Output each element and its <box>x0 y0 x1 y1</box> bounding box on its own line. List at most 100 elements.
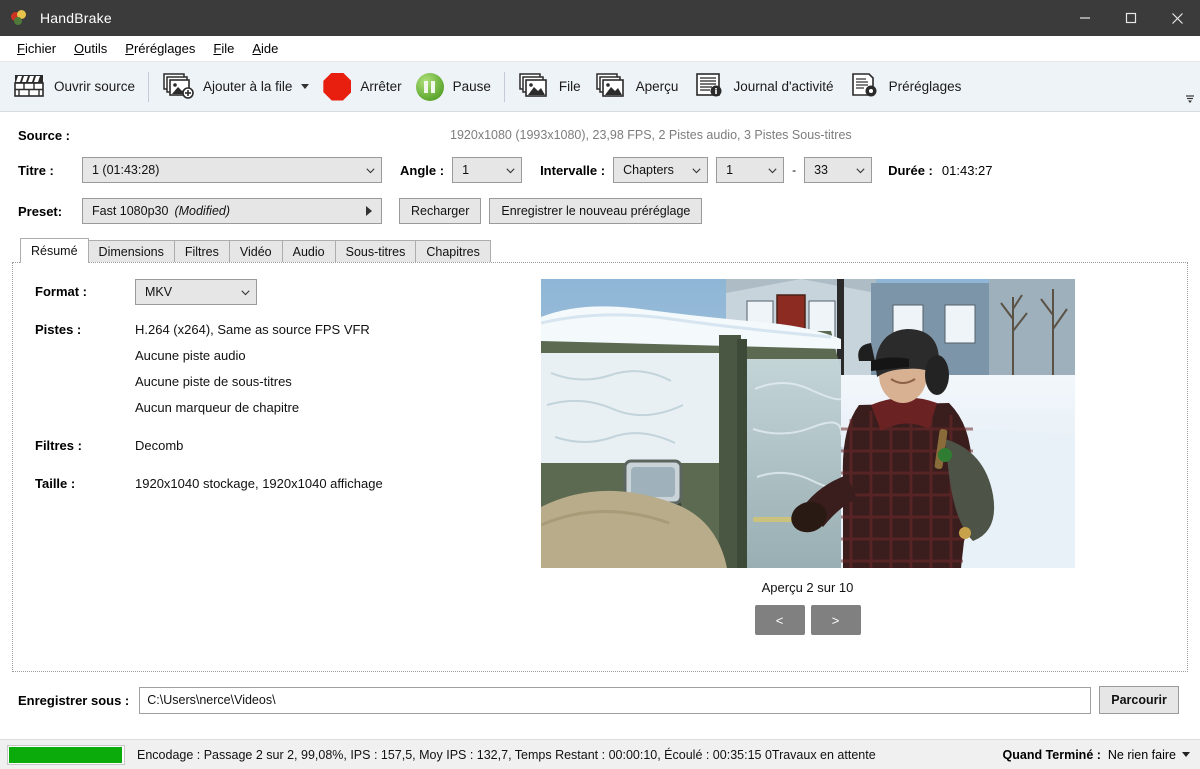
title-select[interactable]: 1 (01:43:28) <box>82 157 382 183</box>
status-bar: Encodage : Passage 2 sur 2, 99,08%, IPS … <box>0 739 1200 769</box>
angle-label: Angle : <box>400 162 445 178</box>
preview-nav: < > <box>754 605 861 635</box>
minimize-button[interactable] <box>1062 0 1108 36</box>
when-done-value[interactable]: Ne rien faire <box>1108 748 1176 762</box>
chevron-down-icon[interactable] <box>301 84 310 89</box>
queue-label: File <box>558 79 581 94</box>
size-value: 1920x1040 stockage, 1920x1040 affichage <box>135 476 383 491</box>
pause-button[interactable]: Pause <box>409 65 498 109</box>
preview-icon <box>595 72 627 102</box>
chevron-right-icon <box>366 206 372 216</box>
reload-preset-button[interactable]: Recharger <box>399 198 482 224</box>
when-done-label: Quand Terminé : <box>1002 747 1101 762</box>
tab-filtres[interactable]: Filtres <box>173 240 230 263</box>
preset-modified-flag: (Modified) <box>174 204 231 218</box>
presets-gear-document-icon <box>848 72 880 102</box>
tab-dimensions[interactable]: Dimensions <box>87 240 175 263</box>
size-row: Taille : 1920x1040 stockage, 1920x1040 a… <box>35 471 428 497</box>
track-line: H.264 (x264), Same as source FPS VFR <box>135 322 370 337</box>
encode-progress-bar <box>7 744 125 765</box>
chevron-down-icon[interactable] <box>1182 752 1190 757</box>
resume-panel: Format : MKV Pistes : H.264 (x264), Same… <box>12 262 1188 672</box>
chevron-down-icon <box>241 290 250 297</box>
destination-label: Enregistrer sous : <box>18 692 130 708</box>
tab-sous-titres[interactable]: Sous-titres <box>334 240 417 263</box>
close-button[interactable] <box>1154 0 1200 36</box>
toolbar-separator-1 <box>148 71 150 102</box>
destination-value: C:\Users\nerce\Videos\ <box>147 693 276 707</box>
preview-section: Aperçu 2 sur 10 < > <box>428 279 1187 635</box>
menu-prereglages[interactable]: Préréglages <box>116 38 204 59</box>
range-end-value: 33 <box>814 163 828 177</box>
browse-button[interactable]: Parcourir <box>1099 686 1179 714</box>
title-label: Titre : <box>18 162 54 178</box>
summary-section: Format : MKV Pistes : H.264 (x264), Same… <box>13 279 428 635</box>
preview-image[interactable] <box>540 279 1075 568</box>
duration-value: 01:43:27 <box>941 162 993 178</box>
maximize-button[interactable] <box>1108 0 1154 36</box>
range-end-select[interactable]: 33 <box>804 157 873 183</box>
menu-bar: Fichier Outils Préréglages File Aide <box>0 36 1200 62</box>
filters-value: Decomb <box>135 438 184 453</box>
stop-button[interactable]: Arrêter <box>316 65 408 109</box>
queue-button[interactable]: File <box>511 65 588 109</box>
track-line: Aucun marqueur de chapitre <box>135 400 300 415</box>
add-to-queue-button[interactable]: Ajouter à la file <box>155 65 316 109</box>
open-source-button[interactable]: Ouvrir source <box>6 65 142 109</box>
duration-label: Durée : <box>888 162 933 178</box>
activity-log-button[interactable]: Journal d'activité <box>685 65 840 109</box>
range-label: Intervalle : <box>540 162 606 178</box>
toolbar-overflow-icon[interactable] <box>1184 92 1196 107</box>
title-select-value: 1 (01:43:28) <box>92 163 160 177</box>
destination-input[interactable]: C:\Users\nerce\Videos\ <box>139 686 1092 714</box>
range-start-select[interactable]: 1 <box>716 157 785 183</box>
add-to-queue-label: Ajouter à la file <box>203 79 293 94</box>
preview-caption: Aperçu 2 sur 10 <box>761 580 854 595</box>
tab-video[interactable]: Vidéo <box>228 240 283 263</box>
range-type-value: Chapters <box>623 163 674 177</box>
menu-fichier[interactable]: Fichier <box>8 38 65 59</box>
preview-button[interactable]: Aperçu <box>588 65 686 109</box>
tab-audio[interactable]: Audio <box>281 240 336 263</box>
format-row: Format : MKV <box>35 279 428 305</box>
preview-label: Aperçu <box>635 79 679 94</box>
range-start-value: 1 <box>726 163 734 177</box>
presets-button[interactable]: Préréglages <box>841 65 969 109</box>
menu-file[interactable]: File <box>204 38 243 59</box>
chevron-down-icon <box>506 168 515 175</box>
status-text: Encodage : Passage 2 sur 2, 99,08%, IPS … <box>137 747 876 762</box>
source-info: 1920x1080 (1993x1080), 23,98 FPS, 2 Pist… <box>450 128 852 142</box>
pause-icon <box>415 72 444 101</box>
menu-aide[interactable]: Aide <box>243 38 287 59</box>
open-source-label: Ouvrir source <box>54 79 136 94</box>
chevron-down-icon <box>768 168 777 175</box>
angle-select[interactable]: 1 <box>452 157 523 183</box>
stop-octagon-icon <box>323 72 352 101</box>
preview-next-button[interactable]: > <box>810 605 861 635</box>
chevron-down-icon <box>366 168 375 175</box>
menu-outils[interactable]: Outils <box>65 38 116 59</box>
tab-resume[interactable]: Résumé <box>20 238 89 263</box>
when-done-section: Quand Terminé : Ne rien faire <box>1003 748 1200 762</box>
format-value: MKV <box>145 285 173 299</box>
source-label: Source : <box>18 127 71 143</box>
chevron-down-icon <box>856 168 865 175</box>
preview-prev-button[interactable]: < <box>754 605 805 635</box>
save-new-preset-button[interactable]: Enregistrer le nouveau préréglage <box>489 198 703 224</box>
preset-value: Fast 1080p30 <box>92 204 169 218</box>
tab-chapitres[interactable]: Chapitres <box>415 240 491 263</box>
format-select[interactable]: MKV <box>135 279 257 305</box>
filters-row: Filtres : Decomb <box>35 433 428 459</box>
tracks-label: Pistes : <box>35 322 82 337</box>
tracks-row: Pistes : H.264 (x264), Same as source FP… <box>35 317 428 421</box>
title-row: Titre : 1 (01:43:28) Angle : 1 Intervall… <box>0 157 1200 183</box>
destination-row: Enregistrer sous : C:\Users\nerce\Videos… <box>0 686 1200 714</box>
preset-select[interactable]: Fast 1080p30 (Modified) <box>82 198 382 224</box>
stop-label: Arrêter <box>360 79 402 94</box>
handbrake-pineapple-icon <box>11 9 28 27</box>
activity-log-icon <box>692 72 724 102</box>
range-type-select[interactable]: Chapters <box>613 157 709 183</box>
angle-select-value: 1 <box>462 163 470 177</box>
pause-label: Pause <box>452 79 491 94</box>
preset-row: Preset: Fast 1080p30 (Modified) Recharge… <box>0 198 1200 224</box>
